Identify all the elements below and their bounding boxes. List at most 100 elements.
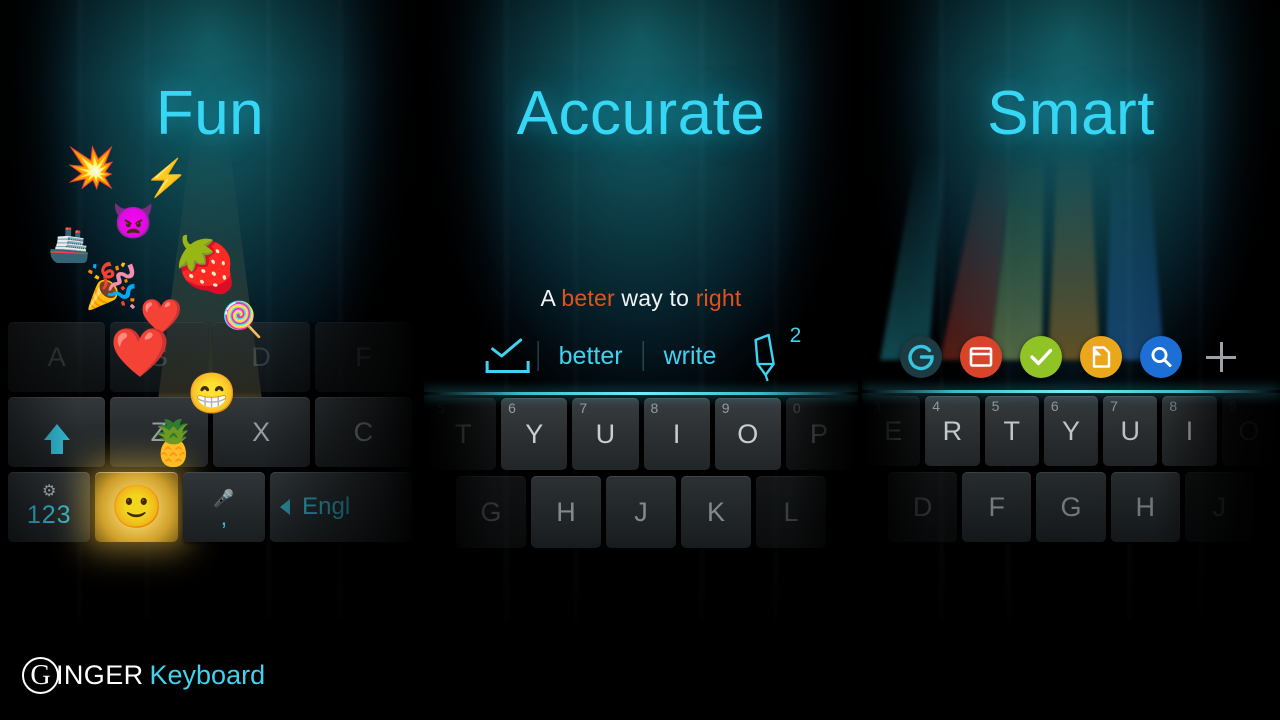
key-e[interactable]: 3E: [866, 396, 921, 466]
key-label: L: [783, 496, 799, 527]
high-voltage-emoji: ⚡: [144, 157, 189, 198]
key-number-label: 9: [721, 400, 730, 416]
key-p[interactable]: 0P: [785, 398, 853, 470]
check-icon[interactable]: [1020, 336, 1062, 378]
key-t[interactable]: 5T: [430, 398, 497, 470]
grinning-face-emoji: 😁: [187, 372, 237, 416]
suggestion-item-write[interactable]: write: [644, 342, 737, 371]
key-u[interactable]: 7U: [1103, 396, 1158, 466]
brand-logo: G INGER Keyboard: [22, 657, 265, 694]
accurate-key-row-1: 5T6Y7U8I9O0P: [430, 398, 853, 470]
key-j[interactable]: J: [606, 476, 676, 548]
key-number-label: 3: [873, 398, 881, 414]
panel-smart: Smart 3 E 4 R 5 T 6 Y 7 U 8 I 9 O D F G …: [862, 0, 1280, 620]
key-l[interactable]: L: [756, 476, 826, 548]
key-f[interactable]: F: [962, 472, 1032, 542]
headline-smart: Smart: [987, 79, 1155, 148]
imp-emoji: 👿: [112, 203, 155, 241]
key-comma-label: ,: [220, 503, 228, 530]
check-tray-icon[interactable]: [482, 338, 538, 373]
key-label: G: [480, 496, 502, 527]
key-d[interactable]: D: [888, 472, 958, 542]
accurate-keyboard: 5T6Y7U8I9O0P GHJKL: [424, 398, 858, 548]
panel-accurate: Accurate A beter way to right better wri…: [424, 0, 858, 620]
key-label: R: [942, 415, 963, 446]
sentence-error-word-2: right: [695, 285, 742, 311]
pineapple-emoji: 🍍: [146, 419, 201, 468]
key-g[interactable]: G: [456, 476, 526, 548]
key-t[interactable]: 5T: [984, 396, 1039, 466]
key-number-label: 7: [1110, 398, 1118, 414]
key-label: Y: [1061, 415, 1080, 446]
key-f[interactable]: F: [314, 322, 412, 392]
suggestion-item-better[interactable]: better: [539, 342, 643, 371]
headline-fun: Fun: [155, 79, 265, 148]
key-number-label: 4: [932, 398, 941, 414]
key-label: U: [1120, 415, 1141, 446]
add-icon[interactable]: [1200, 336, 1242, 378]
ship-emoji: 🚢: [48, 226, 91, 264]
fun-key-row-bottom: ⚙ 123 🙂 🎤 , Engl: [8, 472, 412, 542]
key-label: D: [912, 491, 933, 522]
key-h[interactable]: H: [531, 476, 601, 548]
key-j[interactable]: J: [1184, 472, 1255, 542]
key-y[interactable]: 6Y: [501, 398, 568, 470]
key-k[interactable]: K: [681, 476, 751, 548]
window-icon[interactable]: [960, 336, 1002, 378]
key-c[interactable]: C: [314, 397, 412, 467]
key-label: H: [556, 496, 576, 527]
panel-fun: Fun A S D F Z X C ⚙ 123 🙂 🎤 , Engl 💥 ⚡ 👿…: [0, 0, 420, 620]
key-number-label: 7: [579, 400, 588, 416]
key-number-label: 6: [508, 400, 516, 416]
promo-screenshot: Fun A S D F Z X C ⚙ 123 🙂 🎤 , Engl 💥 ⚡ 👿…: [0, 0, 1280, 720]
key-a[interactable]: A: [8, 322, 106, 392]
example-sentence: A beter way to right: [424, 285, 858, 312]
key-numbers-123[interactable]: ⚙ 123: [8, 472, 91, 542]
key-label: I: [672, 418, 681, 449]
search-icon[interactable]: [1140, 336, 1182, 378]
ginger-logo-mark: G: [22, 657, 59, 694]
gear-icon: ⚙: [42, 483, 57, 500]
sentence-part-mid: way to: [614, 285, 696, 311]
collision-emoji: 💥: [66, 146, 116, 190]
suggestion-bar: better write 2: [482, 324, 801, 382]
accurate-key-row-2: G HJK L: [430, 476, 852, 548]
heart-large-emoji: ❤️: [110, 327, 170, 380]
key-shift[interactable]: [8, 397, 106, 467]
ginger-g-icon[interactable]: [900, 336, 942, 378]
key-number-label: 6: [1050, 398, 1059, 414]
key-label: I: [1185, 415, 1194, 446]
key-number-label: 8: [1169, 398, 1178, 414]
key-label: E: [884, 415, 903, 446]
sentence-error-word-1: beter: [561, 285, 615, 311]
key-h[interactable]: H: [1110, 472, 1180, 542]
key-label: T: [1003, 415, 1020, 446]
brand-name-primary: INGER: [56, 660, 144, 690]
key-label: U: [595, 418, 616, 449]
key-g[interactable]: G: [1036, 472, 1106, 542]
key-r[interactable]: 4R: [925, 396, 980, 466]
page-corner-icon[interactable]: [1080, 336, 1122, 378]
key-language[interactable]: Engl: [270, 472, 412, 542]
key-label: T: [454, 418, 472, 449]
key-o[interactable]: 9O: [714, 398, 781, 470]
key-i[interactable]: 8I: [1162, 396, 1217, 466]
key-123-label: 123: [26, 501, 72, 529]
key-emoji[interactable]: 🙂: [95, 472, 178, 542]
key-number-label: 5: [437, 400, 445, 416]
fun-keyboard: A S D F Z X C ⚙ 123 🙂 🎤 , Engl: [0, 322, 420, 542]
key-i[interactable]: 8I: [643, 398, 710, 470]
key-label: F: [988, 491, 1006, 522]
key-u[interactable]: 7U: [572, 398, 639, 470]
pen-icon[interactable]: 2: [746, 324, 801, 382]
key-comma[interactable]: 🎤 ,: [182, 472, 266, 542]
key-language-label: Engl: [302, 493, 351, 520]
key-label: J: [1212, 491, 1227, 522]
key-o[interactable]: 9O: [1221, 396, 1276, 466]
key-label: Y: [525, 418, 544, 449]
key-y[interactable]: 6Y: [1043, 396, 1099, 466]
brand-name-secondary: Keyboard: [149, 660, 266, 690]
key-label: K: [706, 496, 725, 527]
key-number-label: 8: [650, 400, 659, 416]
tray-shape: [485, 361, 530, 373]
